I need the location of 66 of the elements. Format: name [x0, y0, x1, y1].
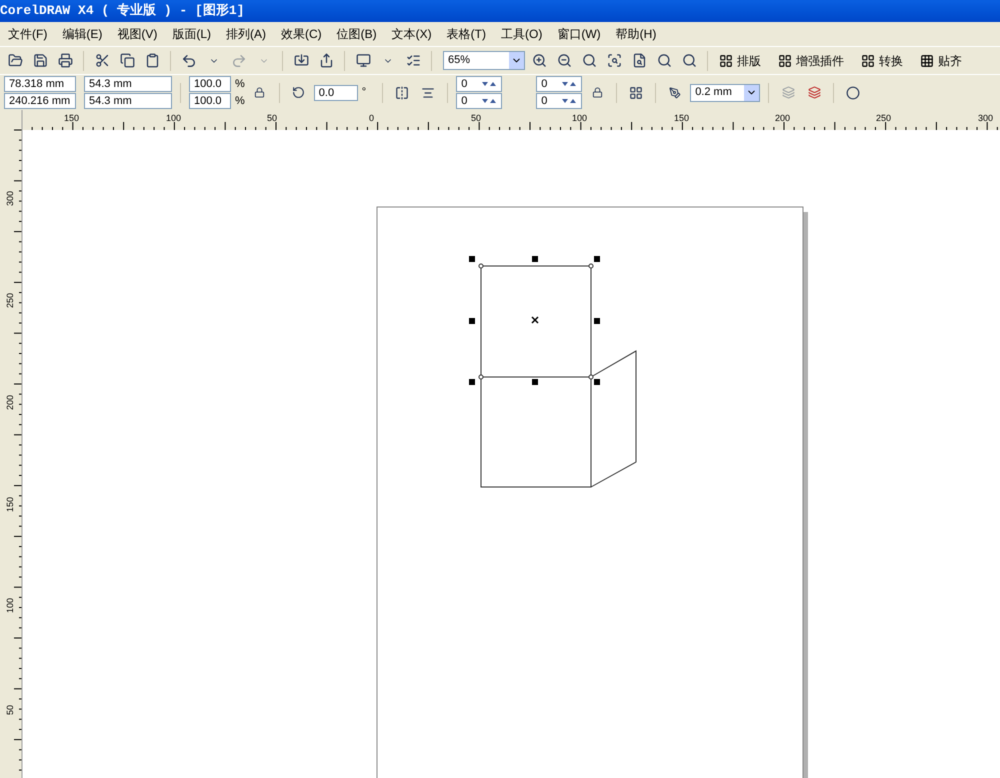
selection-handle[interactable] — [532, 256, 538, 262]
selection-handle[interactable] — [532, 379, 538, 385]
grid-icon — [778, 54, 792, 68]
rotation-field[interactable]: 0.0 — [314, 84, 358, 100]
spinner-arrows-icon[interactable] — [481, 80, 498, 88]
menu-item[interactable]: 帮助(H) — [616, 25, 656, 43]
menu-item[interactable]: 文本(X) — [392, 25, 432, 43]
corner-field[interactable]: 0 — [456, 93, 502, 109]
ruler-label: 300 — [978, 113, 994, 123]
menu-item[interactable]: 工具(O) — [501, 25, 542, 43]
ruler-label: 200 — [5, 394, 15, 410]
corner-field[interactable]: 0 — [456, 76, 502, 92]
grid-icon — [920, 54, 934, 68]
menu-item[interactable]: 表格(T) — [446, 25, 486, 43]
menu-item[interactable]: 排列(A) — [226, 25, 266, 43]
ruler-label: 0 — [369, 113, 374, 123]
spinner-arrows-icon[interactable] — [561, 80, 578, 88]
scale-x-field[interactable]: 100.0 — [189, 76, 231, 92]
menu-item[interactable]: 版面(L) — [172, 25, 211, 43]
outline-width-dropdown[interactable]: 0.2 mm — [690, 84, 760, 102]
zoom-dropdown[interactable]: 65% — [443, 51, 525, 70]
x-position-field[interactable]: 78.318 mm — [4, 76, 76, 92]
ruler-label: 150 — [674, 113, 690, 123]
ruler-label: 100 — [166, 113, 182, 123]
ruler-label: 150 — [5, 496, 15, 512]
selection-handle[interactable] — [594, 379, 600, 385]
ruler-label: 200 — [775, 113, 790, 123]
selection-handle[interactable] — [594, 256, 600, 262]
ruler-label: 50 — [5, 704, 15, 715]
ruler-label: 300 — [5, 190, 15, 206]
height-field[interactable]: 54.3 mm — [84, 93, 172, 109]
selection-handle[interactable] — [469, 379, 475, 385]
spinner-arrows-icon[interactable] — [481, 97, 498, 105]
menu-item[interactable]: 窗口(W) — [557, 25, 601, 43]
y-position-field[interactable]: 240.216 mm — [4, 93, 76, 109]
percent-sign: % — [235, 94, 245, 108]
corner-field[interactable]: 0 — [536, 93, 582, 109]
ruler-label: 100 — [5, 598, 15, 613]
degree-sign: ° — [362, 85, 366, 100]
menu-item[interactable]: 视图(V) — [117, 25, 158, 43]
scale-y-field[interactable]: 100.0 — [189, 93, 231, 109]
ruler-label: 50 — [267, 113, 278, 123]
menu-item[interactable]: 编辑(E) — [62, 25, 102, 43]
corner-field[interactable]: 0 — [536, 76, 582, 92]
spinner-arrows-icon[interactable] — [561, 97, 578, 105]
plugin-button[interactable]: 贴齐 — [916, 52, 966, 70]
plugin-button[interactable]: 转换 — [857, 52, 907, 70]
menu-item[interactable]: 位图(B) — [336, 25, 377, 43]
percent-sign: % — [235, 77, 245, 92]
window-title: CorelDRAW X4 ( 专业版 ) - [图形1] — [0, 2, 244, 20]
selection-handle[interactable] — [594, 318, 600, 324]
plugin-button[interactable]: 排版 — [715, 52, 765, 70]
plugin-button[interactable]: 增强插件 — [774, 52, 848, 70]
ruler-label: 150 — [64, 113, 80, 123]
ruler-label: 250 — [876, 113, 892, 123]
ruler-label: 250 — [5, 292, 15, 308]
grid-icon — [719, 54, 733, 68]
menu-item[interactable]: 文件(F) — [8, 25, 48, 43]
center-mark-icon — [531, 316, 539, 324]
ruler-label: 50 — [471, 113, 482, 123]
selection-handle[interactable] — [469, 318, 475, 324]
ruler-label: 100 — [572, 113, 588, 123]
width-field[interactable]: 54.3 mm — [84, 76, 172, 92]
grid-icon — [861, 54, 875, 68]
menu-item[interactable]: 效果(C) — [281, 25, 322, 43]
selection-handle[interactable] — [469, 256, 475, 262]
